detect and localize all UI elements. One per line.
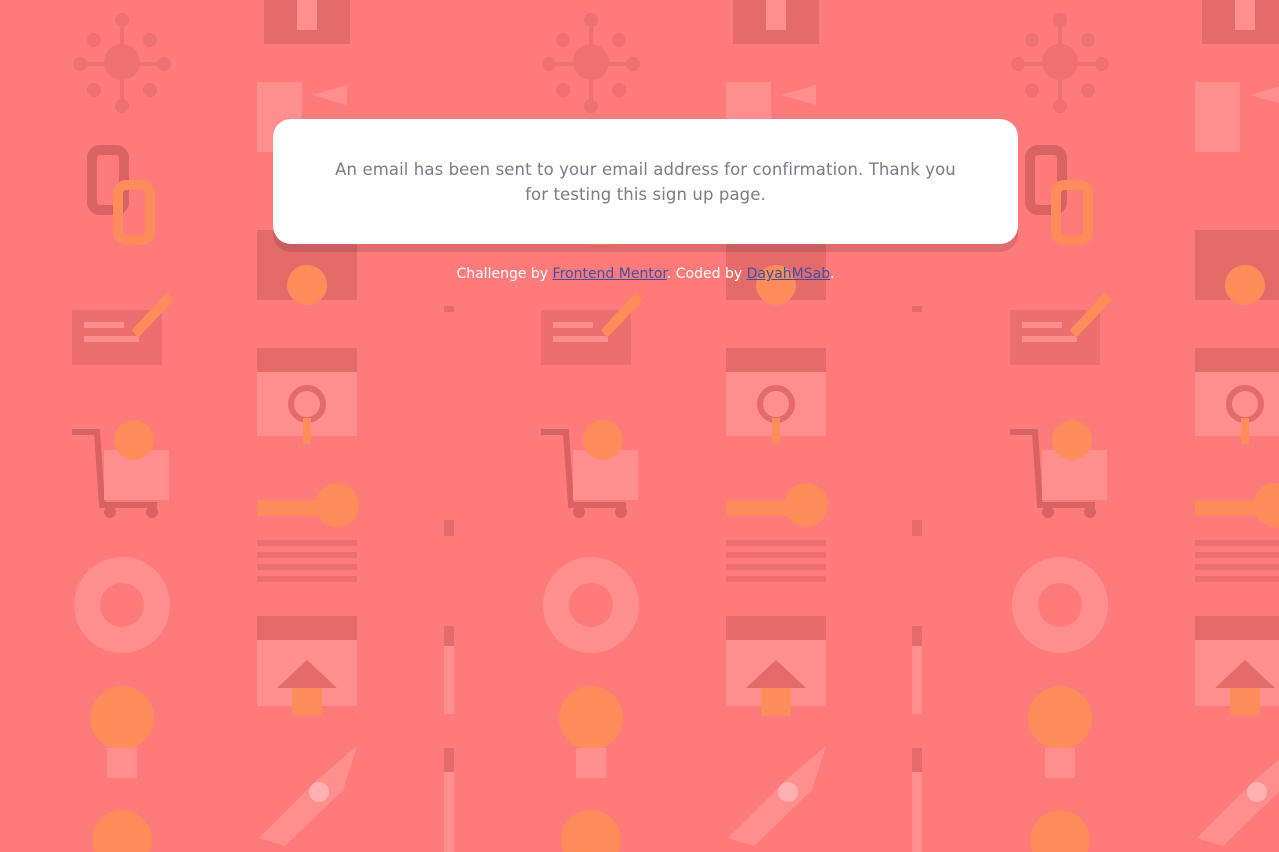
author-link[interactable]: DayahMSab <box>747 266 831 282</box>
confirmation-message: An email has been sent to your email add… <box>335 159 956 204</box>
footer-suffix: . <box>830 266 835 282</box>
confirmation-card: An email has been sent to your email add… <box>273 119 1018 244</box>
frontend-mentor-link[interactable]: Frontend Mentor <box>553 266 667 282</box>
footer-middle: . Coded by <box>666 266 747 282</box>
footer-prefix: Challenge by <box>456 266 553 282</box>
attribution-footer: Challenge by Frontend Mentor. Coded by D… <box>273 264 1018 284</box>
